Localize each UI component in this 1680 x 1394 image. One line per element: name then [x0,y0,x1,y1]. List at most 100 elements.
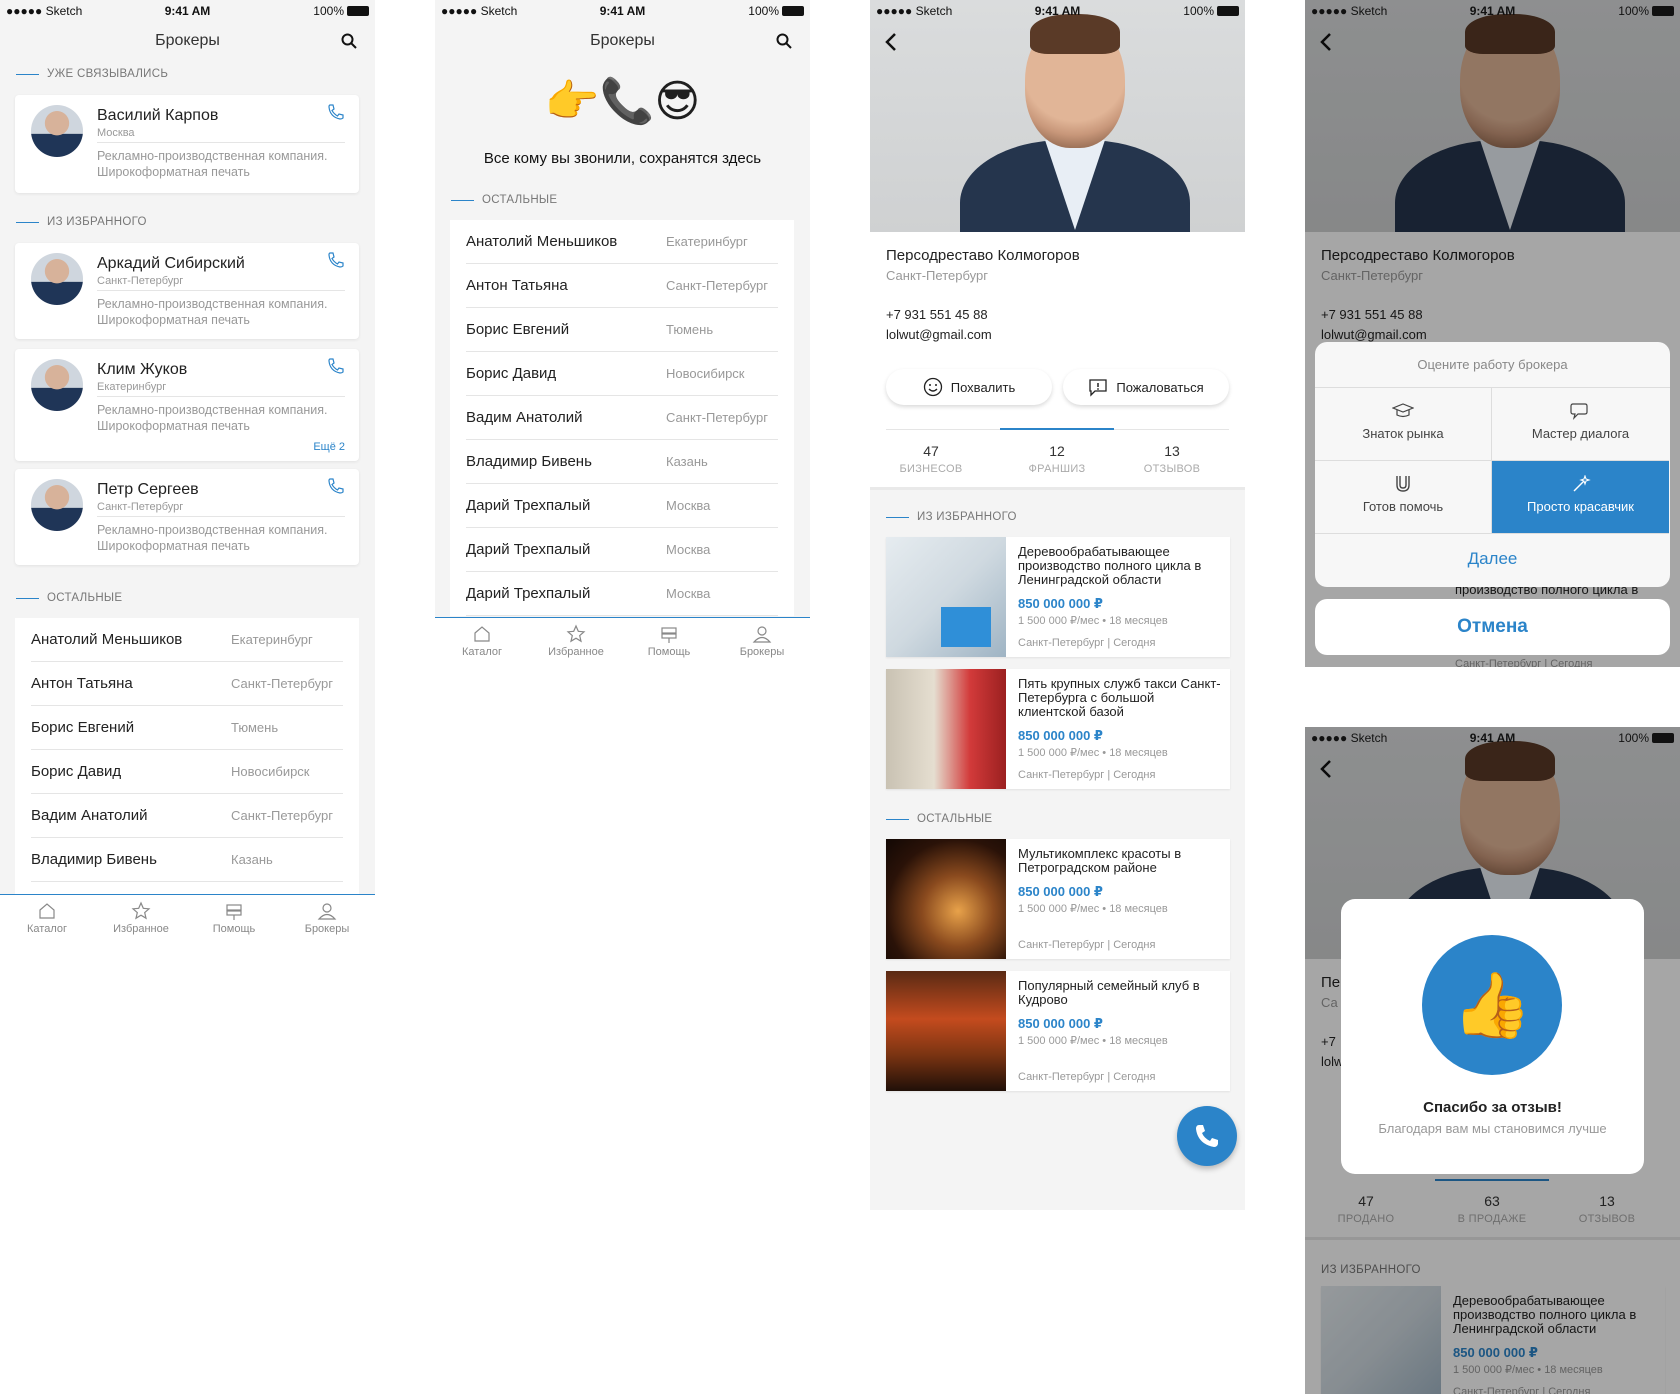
battery-percent: 100% [1618,4,1649,18]
battery-indicator: 100% [1618,731,1674,745]
tab-help[interactable]: Помощь [629,624,709,658]
status-bar: ●●●●● Sketch 9:41 AM 100% [0,0,375,22]
list-item[interactable]: Борис Давид Новосибирск [31,750,343,794]
listing-location: Санкт-Петербург | Сегодня [1018,939,1156,951]
broker-card[interactable]: Василий Карпов Москва Рекламно-производс… [15,95,359,193]
avatar [31,359,83,411]
tab-bar: Каталог Избранное Помощь Брокеры [435,617,810,667]
next-button[interactable]: Далее [1315,534,1670,584]
thanks-dialog: 👍 Спасибо за отзыв! Благодаря вам мы ста… [1341,899,1644,1174]
list-item[interactable]: Антон Татьяна Санкт-Петербург [31,662,343,706]
broker-card[interactable]: Петр Сергеев Санкт-Петербург Рекламно-пр… [15,469,359,565]
list-item[interactable]: Вадим Анатолий Санкт-Петербург [31,794,343,838]
cancel-button[interactable]: Отмена [1315,599,1670,655]
broker-email[interactable]: lolwut@gmail.com [886,327,992,342]
broker-name: Василий Карпов [97,107,219,124]
tab-label: Помощь [212,923,256,935]
tab-brokers[interactable]: Брокеры [287,901,367,935]
listing-title: Пять крупных служб такси Санкт-Петербург… [1018,676,1221,719]
option-just-handsome[interactable]: Просто красавчик [1492,461,1669,534]
phone-icon[interactable] [327,103,345,121]
battery-indicator: 100% [1618,4,1674,18]
listing-card[interactable]: Пять крупных служб такси Санкт-Петербург… [886,669,1230,789]
praise-button[interactable]: Похвалить [886,369,1052,405]
list-item[interactable]: Анатолий Меньшиков Екатеринбург [31,618,343,662]
status-bar: ●●●●● Sketch 9:41 AM 100% [1305,727,1680,749]
listing-price: 850 000 000 ₽ [1018,596,1103,611]
broker-name: Персодреставо Колмогоров [886,247,1080,264]
stat-businesses[interactable]: 47 БИЗНЕСОВ [876,443,986,475]
rating-sheet-header: Оцените работу брокера [1315,342,1670,388]
item-name: Антон Татьяна [466,277,568,294]
battery-indicator: 100% [1183,4,1239,18]
item-city: Казань [231,852,273,867]
phone-icon[interactable] [327,477,345,495]
section-contacted-label: УЖЕ СВЯЗЫВАЛИСЬ [47,68,169,80]
tab-favorites[interactable]: Избранное [101,901,181,935]
screen-rate-broker: ●●●●● Sketch 9:41 AM 100% Персодреставо … [1305,0,1680,667]
tab-label: Брокеры [304,923,350,935]
listing-card[interactable]: Популярный семейный клуб в Кудрово 850 0… [886,971,1230,1091]
option-ready-to-help[interactable]: Готов помочь [1315,461,1492,534]
broker-city: Санкт-Петербург [886,268,988,283]
tab-favorites[interactable]: Избранное [536,624,616,658]
tab-label: Брокеры [739,646,785,658]
stat-franchises[interactable]: 12 ФРАНШИЗ [1002,443,1112,475]
broker-card[interactable]: Аркадий Сибирский Санкт-Петербург Реклам… [15,243,359,339]
list-item[interactable]: Борис Евгений Тюмень [31,706,343,750]
phone-icon[interactable] [327,357,345,375]
tab-help[interactable]: Помощь [194,901,274,935]
list-item[interactable]: Владимир Бивень Казань [466,440,778,484]
list-item[interactable]: Борис Давид Новосибирск [466,352,778,396]
list-item[interactable]: Дарий Трехпалый Москва [466,484,778,528]
item-name: Дарий Трехпалый [466,541,591,558]
stat-label: БИЗНЕСОВ [899,463,963,475]
list-item[interactable]: Вадим Анатолий Санкт-Петербург [466,396,778,440]
item-name: Владимир Бивень [31,851,157,868]
battery-percent: 100% [313,4,344,18]
broker-city: Екатеринбург [97,381,167,393]
tab-label: Избранное [548,646,604,658]
complain-label: Пожаловаться [1116,379,1204,395]
tab-brokers[interactable]: Брокеры [722,624,802,658]
list-item[interactable]: Борис Евгений Тюмень [466,308,778,352]
stat-reviews[interactable]: 13 ОТЗЫВОВ [1117,443,1227,475]
listing-terms: 1 500 000 ₽/мес • 18 месяцев [1018,1035,1168,1047]
listing-title: Деревообрабатывающее производство полног… [1018,544,1202,587]
option-market-expert[interactable]: Знаток рынка [1315,388,1492,461]
list-item[interactable]: Дарий Трехпалый Москва [466,572,778,616]
page-title: Брокеры [590,32,655,49]
item-name: Борис Давид [31,763,122,780]
listing-card[interactable]: Мультикомплекс красоты в Петроградском р… [886,839,1230,959]
list-item[interactable]: Дарий Трехпалый Москва [466,528,778,572]
call-button[interactable] [1177,1106,1237,1166]
phone-icon[interactable] [327,251,345,269]
battery-indicator: 100% [313,4,369,18]
thumbs-up-icon: 👍 [1422,935,1562,1075]
thanks-subtitle: Благодаря вам мы становимся лучше [1378,1121,1607,1136]
search-icon[interactable] [776,33,792,49]
list-item[interactable]: Антон Татьяна Санкт-Петербург [466,264,778,308]
battery-icon [1652,733,1674,743]
section-others: ОСТАЛЬНЫЕ [886,813,992,825]
back-icon[interactable] [884,32,898,52]
tab-label: Избранное [113,923,169,935]
listing-image [886,839,1006,959]
broker-card[interactable]: Клим Жуков Екатеринбург Рекламно-произво… [15,349,359,461]
broker-city: Санкт-Петербург [97,501,184,513]
tab-catalog[interactable]: Каталог [7,901,87,935]
list-item[interactable]: Владимир Бивень Казань [31,838,343,882]
section-others-label: ОСТАЛЬНЫЕ [482,194,558,206]
more-link[interactable]: Ещё 2 [313,441,345,453]
section-others-label: ОСТАЛЬНЫЕ [917,813,993,825]
list-item[interactable]: Анатолий Меньшиков Екатеринбург [466,220,778,264]
tab-catalog[interactable]: Каталог [442,624,522,658]
complain-button[interactable]: Пожаловаться [1063,369,1229,405]
broker-phone[interactable]: +7 931 551 45 88 [886,307,988,322]
item-city: Тюмень [666,322,714,337]
listing-card[interactable]: Деревообрабатывающее производство полног… [886,537,1230,657]
option-dialog-master[interactable]: Мастер диалога [1492,388,1669,461]
stat-value: 47 [923,443,939,459]
search-icon[interactable] [341,33,357,49]
home-icon [39,903,55,919]
